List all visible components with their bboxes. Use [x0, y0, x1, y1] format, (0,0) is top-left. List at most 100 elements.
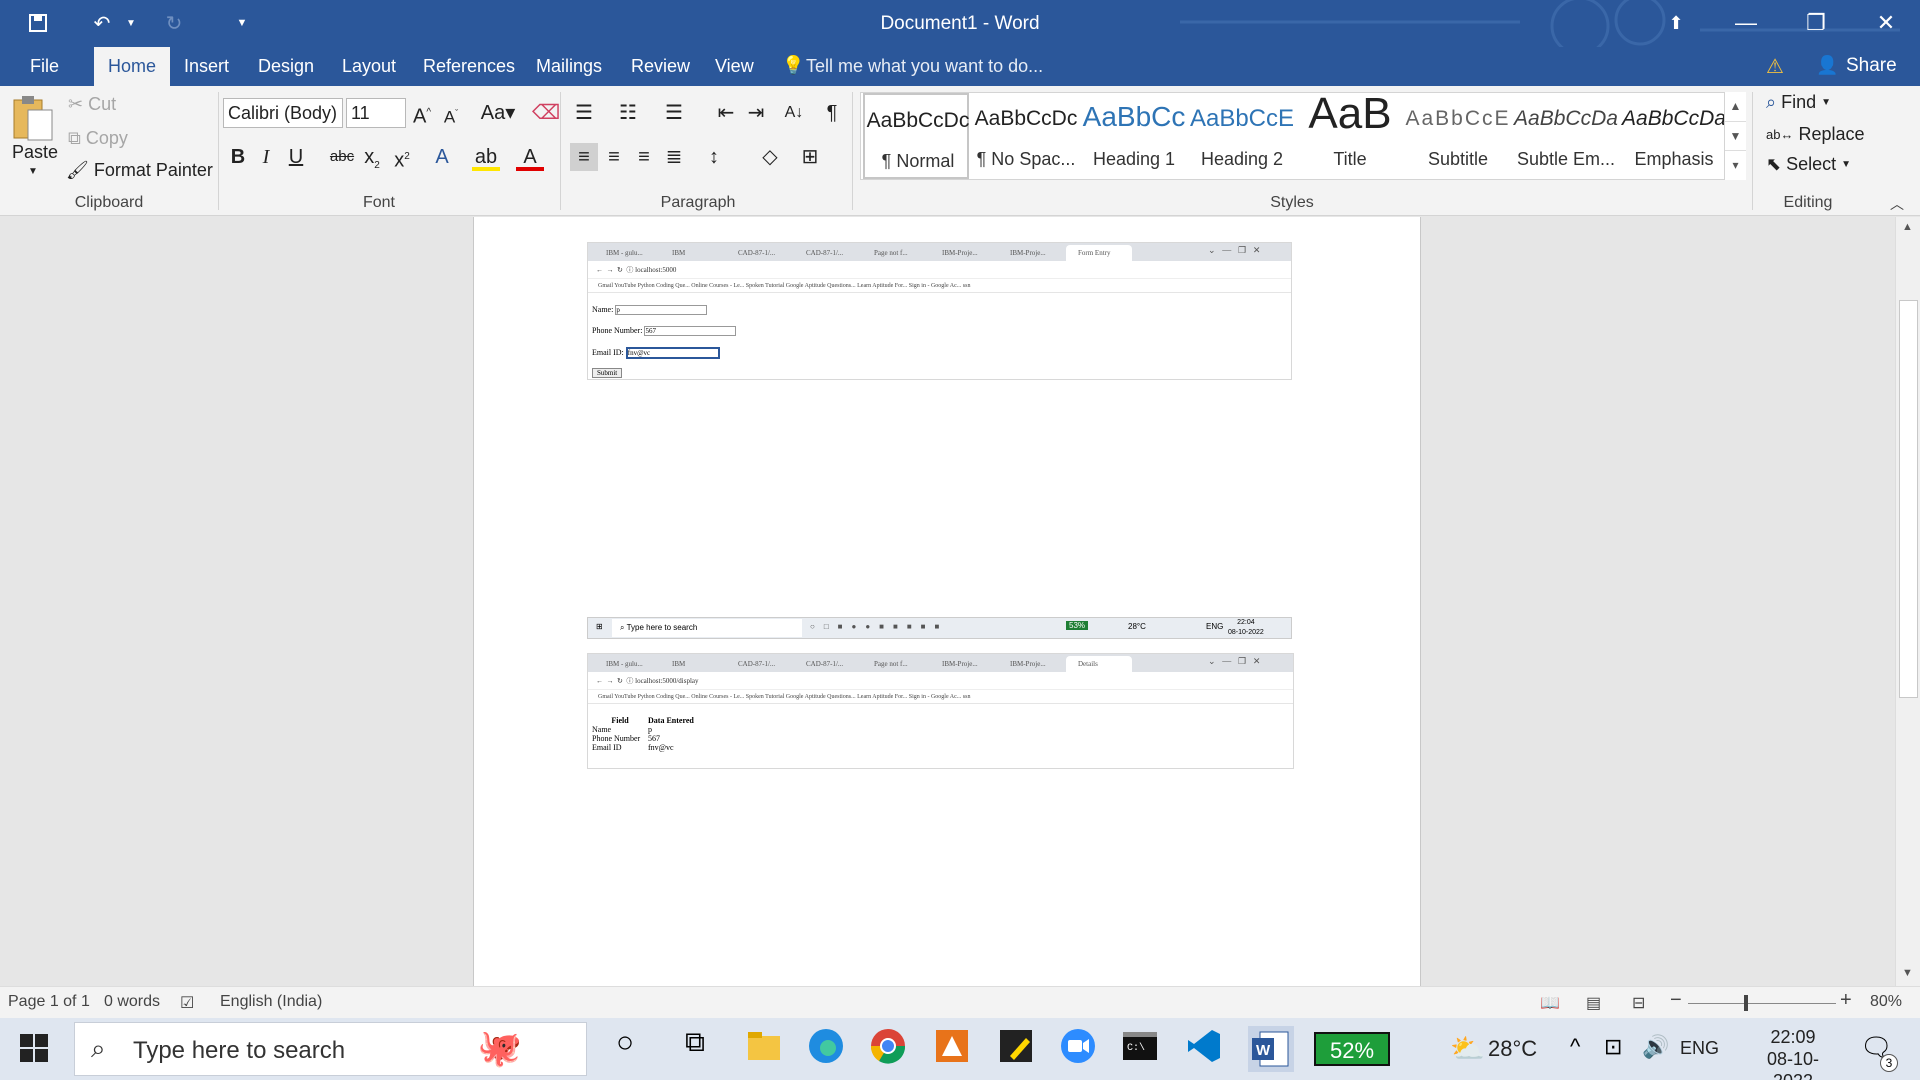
share-button[interactable]: Share [1846, 47, 1897, 86]
language[interactable]: English (India) [220, 993, 322, 1011]
justify-icon[interactable]: ≣ [660, 143, 688, 171]
zoom-slider[interactable] [1688, 1003, 1836, 1004]
cortana-icon[interactable]: ○ [602, 1026, 648, 1072]
select-button[interactable]: ⬉ Select ▼ [1766, 154, 1851, 175]
input-language[interactable]: ENG [1680, 1038, 1719, 1059]
tab-layout[interactable]: Layout [330, 47, 408, 86]
task-view-icon[interactable]: ⧉ [672, 1026, 718, 1072]
edge-icon[interactable] [806, 1026, 852, 1072]
tab-file[interactable]: File [18, 47, 71, 86]
volume-icon[interactable]: 🔊 [1642, 1034, 1669, 1060]
change-case-icon[interactable]: Aa▾ [478, 99, 518, 127]
style-title[interactable]: AaB Title [1297, 89, 1403, 179]
web-layout-icon[interactable]: ⊟ [1632, 993, 1645, 1013]
bullets-icon[interactable]: ☰ [570, 99, 598, 127]
style-subtitle[interactable]: AaBbCcE Subtitle [1405, 93, 1511, 179]
align-center-icon[interactable]: ≡ [600, 143, 628, 171]
style-subtle-emphasis[interactable]: AaBbCcDa Subtle Em... [1513, 93, 1619, 179]
style-normal[interactable]: AaBbCcDc ¶ Normal [863, 93, 969, 179]
windows-start-icon[interactable] [20, 1034, 48, 1062]
align-right-icon[interactable]: ≡ [630, 143, 658, 171]
app-orange-icon[interactable] [932, 1026, 978, 1072]
sort-icon[interactable]: A↓ [780, 99, 808, 127]
network-icon[interactable]: ⊡ [1604, 1034, 1622, 1060]
font-name-combo[interactable]: Calibri (Body) [223, 98, 343, 128]
paste-dropdown-icon[interactable]: ▼ [28, 166, 38, 177]
minimize-icon[interactable]: — [1716, 4, 1776, 42]
style-heading-2[interactable]: AaBbCcE Heading 2 [1189, 93, 1295, 179]
zoom-icon[interactable] [1058, 1026, 1104, 1072]
clear-formatting-icon[interactable]: ⌫ [532, 99, 560, 127]
weather-icon[interactable]: ⛅ [1450, 1032, 1485, 1065]
show-hidden-icons-icon[interactable]: ^ [1570, 1034, 1580, 1060]
proofing-icon[interactable]: ☑ [180, 993, 194, 1013]
style-no-spacing[interactable]: AaBbCcDc ¶ No Spac... [973, 93, 1079, 179]
page-count[interactable]: Page 1 of 1 [8, 993, 90, 1011]
clock[interactable]: 22:0908-10-2022 [1748, 1026, 1838, 1080]
style-emphasis[interactable]: AaBbCcDa Emphasis [1621, 93, 1727, 179]
replace-button[interactable]: ab↔ Replace [1766, 124, 1865, 145]
tab-review[interactable]: Review [619, 47, 702, 86]
font-size-combo[interactable]: 11 [346, 98, 406, 128]
scroll-down-icon[interactable]: ▼ [1902, 967, 1913, 979]
paste-button[interactable]: Paste [12, 142, 58, 163]
grow-font-icon[interactable]: A^ [408, 99, 436, 128]
scroll-down-icon[interactable]: ▼ [1725, 121, 1746, 150]
read-mode-icon[interactable]: 📖 [1540, 993, 1560, 1013]
scroll-thumb[interactable] [1899, 300, 1918, 698]
zoom-slider-thumb[interactable] [1744, 995, 1748, 1011]
increase-indent-icon[interactable]: ⇥ [742, 99, 770, 127]
italic-icon[interactable]: I [252, 143, 280, 171]
numbering-icon[interactable]: ☷ [614, 99, 642, 127]
zoom-out-icon[interactable]: − [1670, 989, 1682, 1012]
style-heading-1[interactable]: AaBbCc Heading 1 [1081, 93, 1187, 179]
pilcrow-icon[interactable]: ¶ [818, 99, 846, 127]
scroll-up-icon[interactable]: ▲ [1902, 221, 1913, 233]
vertical-scrollbar[interactable]: ▲ ▼ [1895, 217, 1920, 986]
file-explorer-icon[interactable] [744, 1026, 790, 1072]
vscode-icon[interactable] [1184, 1026, 1230, 1072]
decrease-indent-icon[interactable]: ⇤ [712, 99, 740, 127]
ribbon-display-options-icon[interactable]: ⬆ [1646, 4, 1706, 42]
tab-references[interactable]: References [411, 47, 527, 86]
tell-me-input[interactable]: Tell me what you want to do... [806, 47, 1043, 86]
sticky-notes-icon[interactable] [996, 1026, 1042, 1072]
tab-design[interactable]: Design [246, 47, 326, 86]
tab-home[interactable]: Home [94, 47, 171, 86]
battery-indicator[interactable]: 52% [1314, 1032, 1390, 1066]
superscript-icon[interactable]: x2 [388, 143, 416, 172]
cut-button[interactable]: ✂ Cut [68, 94, 116, 115]
text-effects-icon[interactable]: A [428, 143, 456, 171]
find-button[interactable]: ⌕ Find ▼ [1766, 92, 1831, 113]
tab-insert[interactable]: Insert [172, 47, 241, 86]
collapse-ribbon-icon[interactable]: ︿ [1890, 194, 1904, 214]
word-icon[interactable]: W [1248, 1026, 1294, 1072]
print-layout-icon[interactable]: ▤ [1586, 993, 1601, 1013]
zoom-level[interactable]: 80% [1870, 993, 1902, 1011]
tab-view[interactable]: View [703, 47, 766, 86]
font-color-icon[interactable]: A [516, 143, 544, 171]
terminal-icon[interactable]: C:\ [1120, 1026, 1166, 1072]
word-count[interactable]: 0 words [104, 993, 160, 1011]
tab-mailings[interactable]: Mailings [524, 47, 614, 86]
format-painter-button[interactable]: 🖌 Format Painter [66, 160, 213, 181]
line-spacing-icon[interactable]: ↕ [700, 143, 728, 171]
styles-scroll[interactable]: ▲ ▼ ▾ [1724, 92, 1746, 180]
zoom-in-icon[interactable]: + [1840, 989, 1852, 1012]
close-icon[interactable]: ✕ [1856, 4, 1916, 42]
taskbar-search[interactable]: ⌕ Type here to search 🐙 [74, 1022, 587, 1076]
styles-more-icon[interactable]: ▾ [1725, 150, 1746, 178]
scroll-up-icon[interactable]: ▲ [1725, 92, 1746, 121]
underline-icon[interactable]: U [282, 143, 310, 171]
weather-temp[interactable]: 28°C [1488, 1036, 1537, 1062]
multilevel-list-icon[interactable]: ☰ [660, 99, 688, 127]
borders-icon[interactable]: ⊞ [796, 143, 824, 171]
subscript-icon[interactable]: x2 [358, 143, 386, 171]
bold-icon[interactable]: B [224, 143, 252, 171]
paste-icon[interactable] [12, 94, 54, 144]
shading-icon[interactable]: ◇ [756, 143, 784, 171]
warning-icon[interactable]: ⚠ [1766, 54, 1784, 79]
align-left-icon[interactable]: ≡ [570, 143, 598, 171]
copy-button[interactable]: ⧉ Copy [68, 128, 128, 149]
restore-icon[interactable]: ❐ [1786, 4, 1846, 42]
